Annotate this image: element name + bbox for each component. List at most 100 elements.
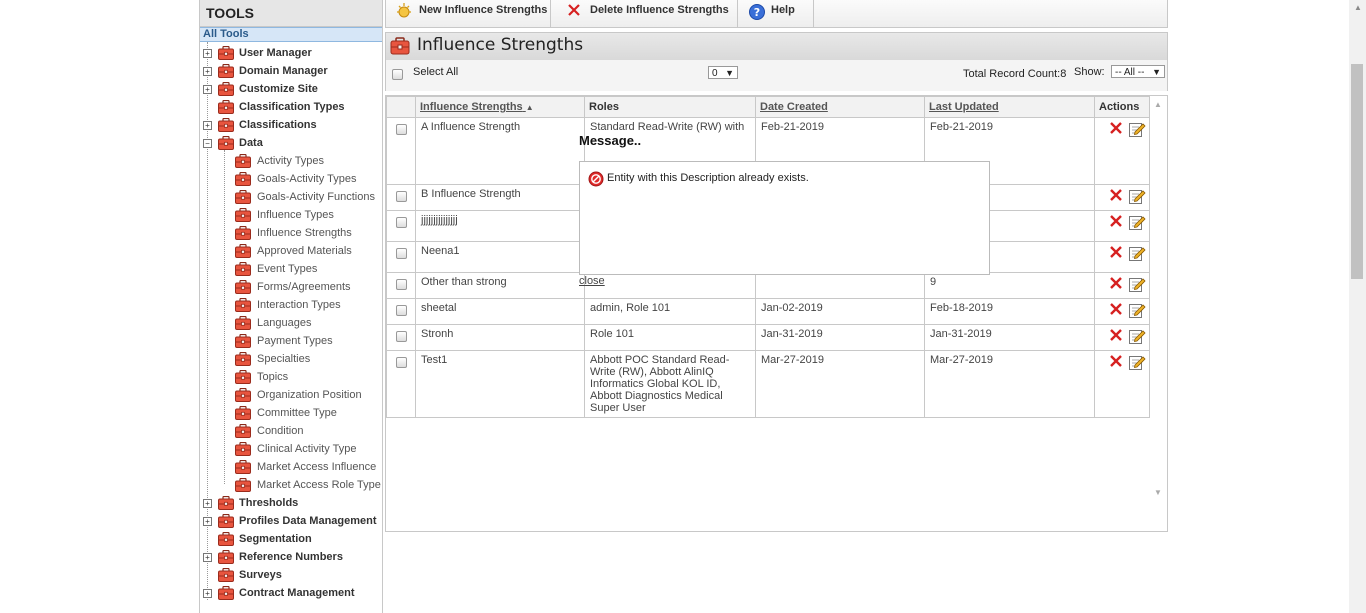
delete-x-icon[interactable] xyxy=(1109,188,1123,202)
column-header-last-updated[interactable]: Last Updated xyxy=(924,96,1095,118)
edit-icon[interactable] xyxy=(1129,188,1146,204)
sidebar-item-forms-agreements[interactable]: Forms/Agreements xyxy=(200,278,382,296)
delete-x-icon[interactable] xyxy=(1109,245,1123,259)
column-header-name[interactable]: Influence Strengths ▲ xyxy=(415,96,585,118)
table-row[interactable]: sheetal admin, Role 101 Jan-02-2019 Feb-18-… xyxy=(386,298,1150,325)
help-button[interactable]: ? Help xyxy=(739,0,814,27)
row-checkbox-cell xyxy=(386,241,416,273)
cell-roles: Abbott POC Standard Read-Write (RW), Abb… xyxy=(584,350,756,418)
sidebar-item-goals-activity-functions[interactable]: Goals-Activity Functions xyxy=(200,188,382,206)
page-select[interactable]: 0 ▼ xyxy=(708,66,738,79)
sidebar-item-approved-materials[interactable]: Approved Materials xyxy=(200,242,382,260)
page-scroll-thumb[interactable] xyxy=(1351,64,1363,279)
delete-x-icon[interactable] xyxy=(1109,328,1123,342)
row-checkbox[interactable] xyxy=(395,248,407,259)
table-row[interactable]: Other than strong 9 xyxy=(386,272,1150,299)
sidebar-item-influence-types[interactable]: Influence Types xyxy=(200,206,382,224)
page-scrollbar[interactable]: ▲ xyxy=(1349,0,1366,613)
row-checkbox[interactable] xyxy=(395,357,407,368)
show-label: Show: xyxy=(1074,66,1105,78)
toolbox-icon xyxy=(235,442,251,456)
toolbox-icon xyxy=(235,154,251,168)
delete-influence-strengths-button[interactable]: Delete Influence Strengths xyxy=(552,0,738,27)
message-close-link[interactable]: close xyxy=(579,275,605,287)
sidebar-item-domain-manager[interactable]: + Domain Manager xyxy=(200,62,382,80)
sidebar-item-label: Activity Types xyxy=(257,155,325,167)
delete-x-icon[interactable] xyxy=(1109,354,1123,368)
message-title: Message.. xyxy=(579,133,642,148)
cell-actions xyxy=(1094,324,1150,351)
sidebar-item-organization-position[interactable]: Organization Position xyxy=(200,386,382,404)
table-row[interactable]: Test1 Abbott POC Standard Read-Write (RW)… xyxy=(386,350,1150,418)
row-checkbox[interactable] xyxy=(395,217,407,228)
sidebar-item-customize-site[interactable]: + Customize Site xyxy=(200,80,382,98)
sidebar-item-payment-types[interactable]: Payment Types xyxy=(200,332,382,350)
edit-icon[interactable] xyxy=(1129,245,1146,261)
sidebar-item-contract-management[interactable]: + Contract Management xyxy=(200,584,382,602)
sidebar-item-condition[interactable]: Condition xyxy=(200,422,382,440)
sidebar-item-label: Organization Position xyxy=(257,389,362,401)
sidebar-item-thresholds[interactable]: + Thresholds xyxy=(200,494,382,512)
sidebar-item-market-access-influence[interactable]: Market Access Influence xyxy=(200,458,382,476)
row-checkbox[interactable] xyxy=(395,191,407,202)
delete-x-icon[interactable] xyxy=(1109,276,1123,290)
sidebar-item-committee-type[interactable]: Committee Type xyxy=(200,404,382,422)
expand-icon[interactable]: + xyxy=(203,553,212,562)
cell-date-created: Jan-02-2019 xyxy=(755,298,925,325)
page-scroll-up-icon[interactable]: ▲ xyxy=(1354,3,1362,12)
sidebar-item-reference-numbers[interactable]: + Reference Numbers xyxy=(200,548,382,566)
sidebar-item-clinical-activity-type[interactable]: Clinical Activity Type xyxy=(200,440,382,458)
sidebar-item-data[interactable]: − Data xyxy=(200,134,382,152)
sidebar-item-languages[interactable]: Languages xyxy=(200,314,382,332)
sidebar-item-event-types[interactable]: Event Types xyxy=(200,260,382,278)
scroll-up-icon[interactable]: ▲ xyxy=(1154,100,1162,109)
sidebar-item-interaction-types[interactable]: Interaction Types xyxy=(200,296,382,314)
collapse-icon[interactable]: − xyxy=(203,139,212,148)
table-row[interactable]: Stronh Role 101 Jan-31-2019 Jan-31-2019 xyxy=(386,324,1150,351)
grid-scrollbar[interactable]: ▲ ▼ xyxy=(1150,96,1166,506)
edit-icon[interactable] xyxy=(1129,214,1146,230)
row-checkbox[interactable] xyxy=(395,331,407,342)
edit-icon[interactable] xyxy=(1129,328,1146,344)
toolbox-icon xyxy=(235,208,251,222)
all-tools-link[interactable]: All Tools xyxy=(200,27,382,42)
sidebar-item-classification-types[interactable]: Classification Types xyxy=(200,98,382,116)
select-all-checkbox[interactable] xyxy=(392,69,403,80)
expand-icon[interactable]: + xyxy=(203,589,212,598)
row-checkbox[interactable] xyxy=(395,279,407,290)
expand-icon[interactable]: + xyxy=(203,499,212,508)
message-text: Entity with this Description already exi… xyxy=(607,172,809,184)
delete-x-icon[interactable] xyxy=(1109,302,1123,316)
edit-icon[interactable] xyxy=(1129,354,1146,370)
delete-x-icon[interactable] xyxy=(1109,214,1123,228)
expand-icon[interactable]: + xyxy=(203,121,212,130)
sidebar-item-user-manager[interactable]: + User Manager xyxy=(200,44,382,62)
expand-icon[interactable]: + xyxy=(203,67,212,76)
scroll-down-icon[interactable]: ▼ xyxy=(1154,488,1162,497)
sidebar-item-goals-activity-types[interactable]: Goals-Activity Types xyxy=(200,170,382,188)
sidebar-item-activity-types[interactable]: Activity Types xyxy=(200,152,382,170)
edit-icon[interactable] xyxy=(1129,302,1146,318)
toolbox-icon xyxy=(218,82,234,96)
expand-icon[interactable]: + xyxy=(203,49,212,58)
sidebar-item-profiles-data-management[interactable]: + Profiles Data Management xyxy=(200,512,382,530)
edit-icon[interactable] xyxy=(1129,276,1146,292)
column-header-date-created[interactable]: Date Created xyxy=(755,96,925,118)
sidebar-item-specialties[interactable]: Specialties xyxy=(200,350,382,368)
delete-x-icon[interactable] xyxy=(1109,121,1123,135)
sidebar-item-topics[interactable]: Topics xyxy=(200,368,382,386)
edit-icon[interactable] xyxy=(1129,121,1146,137)
show-select[interactable]: -- All -- ▼ xyxy=(1111,65,1165,78)
expand-icon[interactable]: + xyxy=(203,517,212,526)
sidebar-item-influence-strengths[interactable]: Influence Strengths xyxy=(200,224,382,242)
sidebar-item-segmentation[interactable]: Segmentation xyxy=(200,530,382,548)
cell-actions xyxy=(1094,241,1150,273)
sidebar-item-classifications[interactable]: + Classifications xyxy=(200,116,382,134)
sidebar-item-label: Customize Site xyxy=(239,83,318,95)
sidebar-item-surveys[interactable]: Surveys xyxy=(200,566,382,584)
expand-icon[interactable]: + xyxy=(203,85,212,94)
new-influence-strengths-button[interactable]: New Influence Strengths xyxy=(386,0,551,27)
sidebar-item-market-access-role-type[interactable]: Market Access Role Type xyxy=(200,476,382,494)
row-checkbox[interactable] xyxy=(395,124,407,135)
row-checkbox[interactable] xyxy=(395,305,407,316)
